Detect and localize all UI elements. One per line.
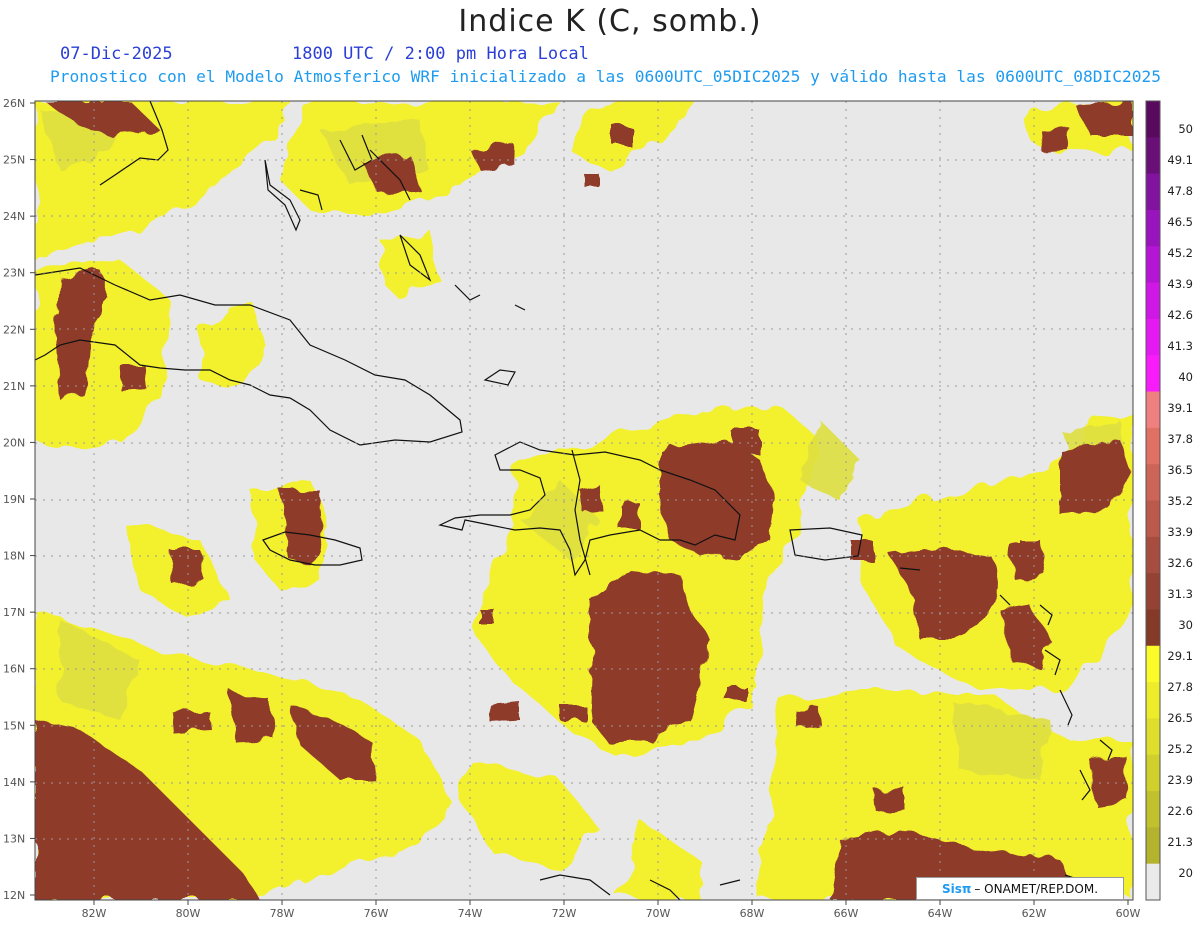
- colorbar-swatch: [1146, 464, 1160, 502]
- lat-label: 26N: [3, 97, 25, 110]
- lat-label: 20N: [3, 436, 25, 449]
- lat-label: 24N: [3, 210, 25, 223]
- colorbar-swatch: [1146, 282, 1160, 320]
- colorbar-label: 36.5: [1167, 463, 1193, 477]
- colorbar-label: 37.8: [1167, 432, 1193, 446]
- colorbar-swatch: [1146, 573, 1160, 611]
- lat-label: 19N: [3, 493, 25, 506]
- colorbar-swatch: [1146, 500, 1160, 538]
- lat-label: 15N: [3, 719, 25, 732]
- colorbar-label: 43.9: [1167, 277, 1193, 291]
- lon-label: 66W: [834, 907, 859, 920]
- lon-label: 68W: [740, 907, 765, 920]
- colorbar-label: 50: [1178, 122, 1193, 136]
- lat-label: 22N: [3, 323, 25, 336]
- colorbar-label: 31.3: [1167, 587, 1193, 601]
- colorbar-label: 29.1: [1167, 649, 1193, 663]
- colorbar-swatch: [1146, 827, 1160, 865]
- colorbar: 50 49.1 47.8 46.5 45.2 43.9 42.6 41.3 40 39.1 37.8…: [1145, 100, 1193, 901]
- colorbar-swatch: [1146, 391, 1160, 429]
- credit-org: – ONAMET/REP.DOM.: [974, 881, 1099, 896]
- colorbar-swatch: [1146, 101, 1160, 138]
- lat-label: 13N: [3, 832, 25, 845]
- colorbar-label: 46.5: [1167, 215, 1193, 229]
- colorbar-swatch: [1146, 718, 1160, 756]
- colorbar-label: 45.2: [1167, 246, 1193, 260]
- colorbar-label: 25.2: [1167, 742, 1193, 756]
- colorbar-label: 42.6: [1167, 308, 1193, 322]
- colorbar-label: 32.6: [1167, 556, 1193, 570]
- colorbar-swatch: [1146, 791, 1160, 828]
- colorbar-swatch: [1146, 427, 1160, 465]
- lat-label: 25N: [3, 154, 25, 167]
- lon-label: 78W: [270, 907, 295, 920]
- colorbar-label: 23.9: [1167, 773, 1193, 787]
- colorbar-label: 22.6: [1167, 804, 1193, 818]
- colorbar-swatch: [1146, 682, 1160, 720]
- k-index-map: 26N 25N 24N 23N 22N 21N 20N 19N 18N 17N 16N 15N 14N 1…: [3, 97, 1193, 920]
- longitude-labels: 82W 80W 78W 76W 74W 72W 70W 68W 66W 64W 62W 60W: [82, 900, 1141, 920]
- colorbar-label: 49.1: [1167, 153, 1193, 167]
- lon-label: 60W: [1116, 907, 1141, 920]
- lon-label: 76W: [364, 907, 389, 920]
- credit-box: Sisπ – ONAMET/REP.DOM.: [916, 877, 1124, 900]
- colorbar-swatch: [1146, 536, 1160, 574]
- colorbar-swatch: [1146, 137, 1160, 175]
- colorbar-label: 35.2: [1167, 494, 1193, 508]
- colorbar-label: 41.3: [1167, 339, 1193, 353]
- colorbar-swatch: [1146, 246, 1160, 284]
- lon-label: 70W: [646, 907, 671, 920]
- lat-label: 12N: [3, 889, 25, 902]
- lon-label: 80W: [176, 907, 201, 920]
- colorbar-swatch: [1146, 318, 1160, 356]
- lon-label: 62W: [1022, 907, 1047, 920]
- colorbar-label: 20: [1178, 866, 1193, 880]
- latitude-labels: 26N 25N 24N 23N 22N 21N 20N 19N 18N 17N 16N 15N 14N 1…: [3, 97, 35, 902]
- lon-label: 82W: [82, 907, 107, 920]
- colorbar-label: 33.9: [1167, 525, 1193, 539]
- colorbar-swatch: [1146, 209, 1160, 247]
- colorbar-swatch: [1146, 173, 1160, 211]
- colorbar-swatch: [1146, 609, 1160, 647]
- colorbar-swatch: [1146, 754, 1160, 792]
- colorbar-label: 40: [1178, 370, 1193, 384]
- lat-label: 14N: [3, 776, 25, 789]
- colorbar-label: 39.1: [1167, 401, 1193, 415]
- lon-label: 72W: [552, 907, 577, 920]
- colorbar-label: 27.8: [1167, 680, 1193, 694]
- colorbar-label: 47.8: [1167, 184, 1193, 198]
- colorbar-swatch: [1146, 355, 1160, 393]
- colorbar-label: 26.5: [1167, 711, 1193, 725]
- lon-label: 74W: [458, 907, 483, 920]
- colorbar-label: 30: [1178, 618, 1193, 632]
- lat-label: 16N: [3, 663, 25, 676]
- colorbar-swatch: [1146, 863, 1160, 901]
- lat-label: 18N: [3, 550, 25, 563]
- lat-label: 23N: [3, 267, 25, 280]
- colorbar-label: 21.3: [1167, 835, 1193, 849]
- colorbar-swatch: [1146, 645, 1160, 683]
- lat-label: 17N: [3, 606, 25, 619]
- lon-label: 64W: [928, 907, 953, 920]
- sispi-logo-text: Sisπ: [941, 881, 972, 896]
- lat-label: 21N: [3, 380, 25, 393]
